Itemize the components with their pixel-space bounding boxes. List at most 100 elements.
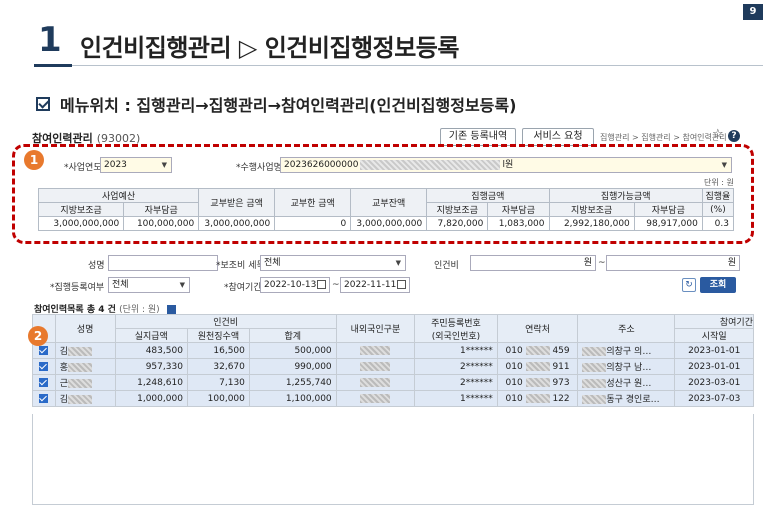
chevron-down-icon: ▼ [395, 259, 401, 267]
subsidy-select[interactable]: 전체 ▼ [260, 255, 406, 271]
date-to-value: 2022-11-11 [344, 280, 397, 290]
total-cell: 500,000 [248, 342, 337, 359]
unit-label: 단위 : 원 [704, 178, 734, 187]
masked-text [360, 393, 391, 403]
star-icon[interactable]: ☆ [712, 127, 724, 142]
th-name: 성명 [54, 314, 116, 343]
masked-text [68, 379, 92, 388]
calendar-icon[interactable] [397, 280, 406, 289]
actual-cell: 957,330 [114, 358, 188, 375]
subsidy-label: *보조비 세목 [216, 261, 265, 271]
date-from-input[interactable]: 2022-10-13 [260, 277, 330, 293]
withholding-cell: 16,500 [186, 342, 250, 359]
year-label: *사업연도 [64, 163, 102, 173]
project-prefix: 2023626000000 [284, 160, 359, 170]
date-from-value: 2022-10-13 [264, 280, 317, 290]
start-cell: 2023-07-03 [674, 390, 754, 407]
grid-empty-area [32, 414, 754, 505]
address-cell: 의창구 의… [577, 342, 676, 359]
calendar-icon[interactable] [317, 280, 326, 289]
th-executed: 집행금액 [426, 188, 550, 203]
name-label: 성명 [88, 261, 105, 271]
masked-text [360, 159, 501, 170]
th-resident-sub: (외국인번호) [431, 331, 481, 342]
annotation-badge-1: 1 [24, 150, 44, 170]
row-checkbox[interactable] [32, 390, 56, 407]
row-checkbox[interactable] [32, 374, 56, 391]
contact-cell: 010 459 [496, 342, 579, 359]
table-row[interactable]: 근 1,248,610 7,130 1,255,740 2****** 010 … [32, 374, 754, 391]
address-text: 의창구 남… [606, 363, 652, 373]
project-suffix: l원 [502, 160, 514, 170]
refresh-icon[interactable]: ↻ [682, 278, 696, 292]
address-cell: 동구 경인로… [577, 390, 676, 407]
search-panel: 성명 *보조비 세목 전체 ▼ 인건비 원 ~ 원 *집행등록여부 전체 ▼ *… [34, 252, 746, 294]
name-text: 홍 [59, 363, 68, 373]
masked-text [68, 363, 92, 372]
phone-a: 010 [505, 361, 523, 372]
balance-cell: 3,000,000,000 [350, 216, 428, 231]
date-to-input[interactable]: 2022-11-11 [340, 277, 410, 293]
masked-text [582, 363, 607, 372]
menu-location-text: 메뉴위치 : 집행관리→집행관리→참여인력관리(인건비집행정보등록) [60, 96, 517, 115]
address-text: 성산구 원… [606, 379, 652, 389]
actual-cell: 1,000,000 [114, 390, 188, 407]
table-row[interactable]: 홍 957,330 32,670 990,000 2****** 010 911… [32, 358, 754, 375]
nationality-cell [335, 342, 416, 359]
number-underline [34, 64, 72, 67]
avail-self-cell: 98,917,000 [633, 216, 703, 231]
masked-text [525, 377, 550, 387]
menu-location: 메뉴위치 : 집행관리→집행관리→참여인력관리(인건비집행정보등록) [36, 92, 516, 116]
contact-cell: 010 973 [496, 374, 579, 391]
year-select[interactable]: 2023 ▼ [100, 157, 172, 173]
th-self: 자부담금 [123, 202, 200, 217]
masked-text [525, 345, 550, 355]
excel-icon[interactable] [166, 305, 176, 314]
year-value: 2023 [104, 160, 127, 170]
name-cell: 김 [54, 342, 116, 359]
labor-from-input[interactable]: 원 [470, 255, 596, 271]
name-input[interactable] [108, 255, 218, 271]
name-cell: 근 [54, 374, 116, 391]
project-select[interactable]: 2023626000000 l원 ▼ [280, 157, 732, 173]
th-total: 합계 [248, 328, 337, 343]
labor-label: 인건비 [434, 261, 459, 271]
labor-to-input[interactable]: 원 [606, 255, 740, 271]
table-row[interactable]: 김 1,000,000 100,000 1,100,000 1****** 01… [32, 390, 754, 407]
budget-self-cell: 100,000,000 [123, 216, 200, 231]
registration-select[interactable]: 전체 ▼ [108, 277, 190, 293]
exec-self-cell: 1,083,000 [487, 216, 550, 231]
start-cell: 2023-01-01 [674, 358, 754, 375]
period-label: *참여기간 [224, 283, 262, 293]
th-executable: 집행가능금액 [548, 188, 703, 203]
title-divider [72, 65, 763, 66]
total-cell: 990,000 [248, 358, 337, 375]
nationality-cell [335, 390, 416, 407]
chevron-down-icon: ▼ [721, 161, 727, 169]
help-icon[interactable]: ? [728, 130, 740, 142]
phone-b: 459 [552, 345, 570, 356]
th-start: 시작일 [674, 328, 754, 343]
checkbox-icon [39, 377, 49, 387]
phone-a: 010 [505, 377, 523, 388]
checkbox-icon [39, 393, 49, 403]
th-withholding: 원천징수액 [186, 328, 250, 343]
resident-cell: 1****** [414, 342, 498, 359]
masked-text [582, 347, 607, 356]
breadcrumb: 집행관리 > 집행관리 > 참여인력관리 [600, 133, 727, 142]
query-button[interactable]: 조회 [700, 277, 736, 293]
table-row[interactable]: 김 483,500 16,500 500,000 1****** 010 459… [32, 342, 754, 359]
contact-cell: 010 911 [496, 358, 579, 375]
start-cell: 2023-01-01 [674, 342, 754, 359]
avail-local-cell: 2,992,180,000 [548, 216, 635, 231]
th-granted: 교부한 금액 [274, 188, 352, 217]
chevron-down-icon: ▼ [161, 161, 167, 169]
withholding-cell: 100,000 [186, 390, 250, 407]
resident-cell: 1****** [414, 390, 498, 407]
th-nationality: 내외국인구분 [335, 314, 416, 343]
registration-value: 전체 [112, 280, 129, 290]
exec-local-cell: 7,820,000 [426, 216, 489, 231]
th-actual: 실지급액 [114, 328, 188, 343]
row-checkbox[interactable] [32, 358, 56, 375]
th-local: 지방보조금 [426, 202, 489, 217]
